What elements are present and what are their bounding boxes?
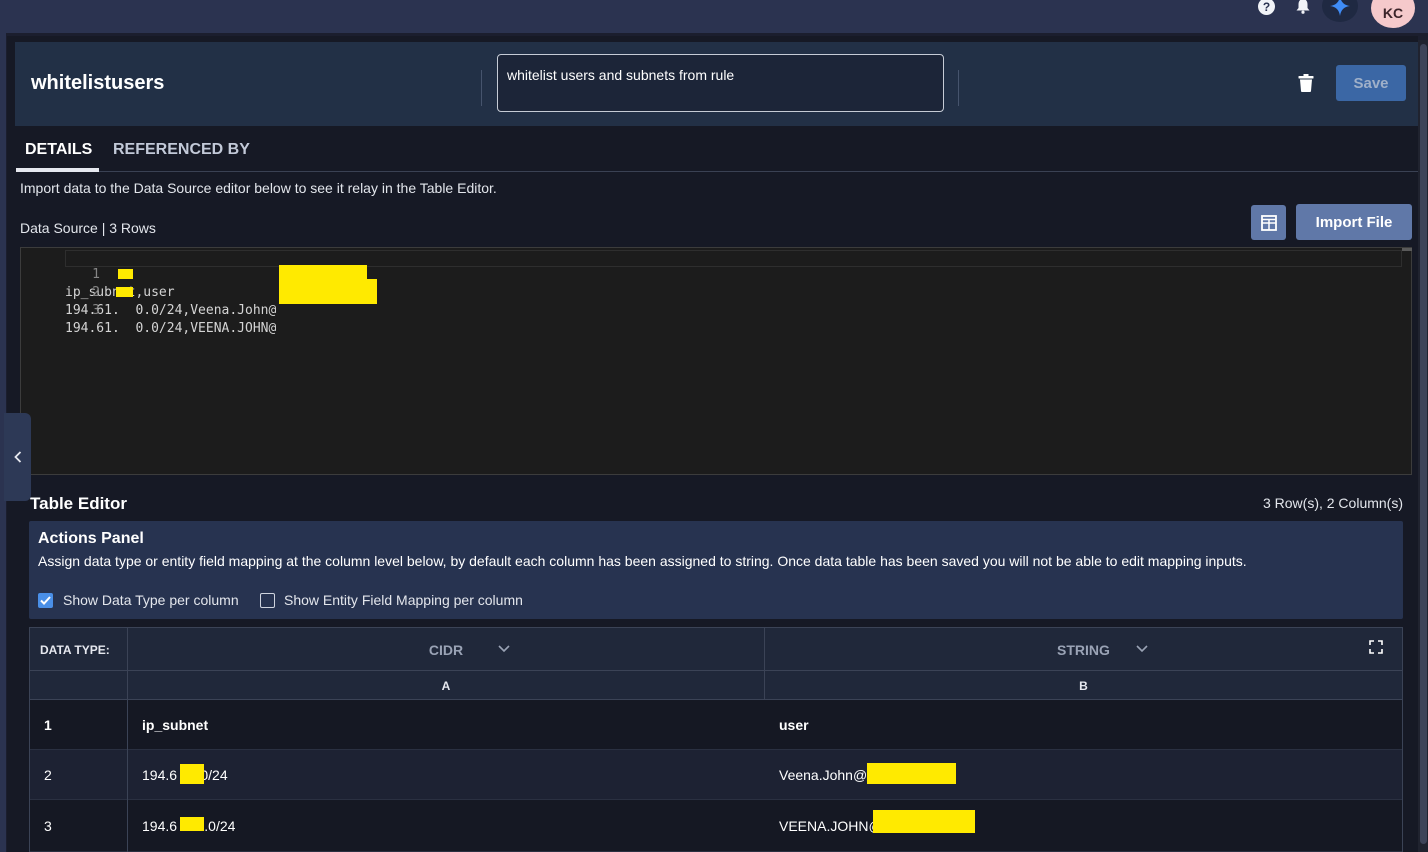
data-type-label: DATA TYPE: <box>40 642 110 657</box>
table-view-button[interactable] <box>1251 205 1286 240</box>
row-number: 1 <box>44 717 52 733</box>
sidebar-collapse-button[interactable] <box>4 413 31 501</box>
redaction-mark <box>873 810 975 833</box>
redaction-mark <box>118 269 133 279</box>
active-tab-indicator <box>16 168 99 172</box>
header-divider <box>958 70 959 106</box>
redaction-mark <box>279 279 377 304</box>
cell-b[interactable]: VEENA.JOHN@ <box>765 800 1402 852</box>
cell-b[interactable]: user <box>765 700 1402 750</box>
code-line: 2 194.61. 0.0/24,Veena.John@ <box>21 266 276 318</box>
column-b-type-select[interactable]: STRING <box>765 628 1402 671</box>
table-icon <box>1260 214 1277 231</box>
show-data-type-checkbox[interactable] <box>38 593 53 608</box>
code-line: 3 194.61. 0.0/24,VEENA.JOHN@ <box>21 284 276 336</box>
actions-panel-description: Assign data type or entity field mapping… <box>38 553 1247 569</box>
chevron-down-icon <box>1136 645 1148 653</box>
row-number: 2 <box>44 767 52 783</box>
grid-column-divider <box>764 628 765 700</box>
cell-a[interactable]: 194.6 .0/24 <box>128 750 764 800</box>
scrollbar-thumb[interactable] <box>1420 44 1427 844</box>
bell-icon[interactable] <box>1294 0 1311 14</box>
tab-details[interactable]: DETAILS <box>25 141 92 159</box>
header-divider <box>481 70 482 106</box>
expand-icon <box>1369 640 1383 654</box>
import-instructions: Import data to the Data Source editor be… <box>20 180 497 196</box>
show-data-type-label[interactable]: Show Data Type per column <box>63 592 239 608</box>
column-letter-b: B <box>1079 679 1088 693</box>
trash-icon <box>1298 74 1314 92</box>
main-panel: whitelistusers whitelist users and subne… <box>7 36 1418 852</box>
editor-overview-ruler <box>1402 248 1412 251</box>
import-file-button[interactable]: Import File <box>1296 204 1412 240</box>
save-button[interactable]: Save <box>1336 65 1406 101</box>
column-a-type-select[interactable]: CIDR <box>128 628 764 671</box>
active-line-highlight <box>65 250 1402 267</box>
sparkle-icon <box>1330 0 1350 16</box>
redaction-mark <box>180 817 204 831</box>
table-editor-title: Table Editor <box>30 494 127 513</box>
line-number: 3 <box>92 303 100 318</box>
chevron-down-icon <box>498 645 510 653</box>
redaction-mark <box>180 764 204 784</box>
rule-header: whitelistusers whitelist users and subne… <box>15 42 1418 126</box>
table-editor-grid: DATA TYPE: CIDR STRING A B 1 ip_subnet u… <box>29 627 1403 852</box>
tab-referenced-by[interactable]: REFERENCED BY <box>113 141 250 159</box>
actions-panel-title: Actions Panel <box>38 530 144 547</box>
tab-bar: DETAILS REFERENCED BY <box>16 134 1418 172</box>
show-entity-mapping-checkbox[interactable] <box>260 593 275 608</box>
page-title: whitelistusers <box>31 72 165 94</box>
code-text: 194.61. 0.0/24,VEENA.JOHN@ <box>65 321 277 336</box>
row-number: 3 <box>44 818 52 834</box>
actions-panel: Actions Panel Assign data type or entity… <box>29 521 1403 619</box>
show-entity-mapping-label[interactable]: Show Entity Field Mapping per column <box>284 592 523 608</box>
expand-button[interactable] <box>1367 638 1385 656</box>
data-source-label: Data Source | 3 Rows <box>20 220 156 236</box>
cell-a[interactable]: 194.6 0.0/24 <box>128 800 764 852</box>
check-icon <box>40 596 51 605</box>
delete-button[interactable] <box>1298 74 1316 94</box>
redaction-mark <box>279 265 367 280</box>
column-letter-a: A <box>441 679 451 693</box>
row-column-count: 3 Row(s), 2 Column(s) <box>1262 495 1403 511</box>
cell-a[interactable]: ip_subnet <box>128 700 764 750</box>
description-input[interactable]: whitelist users and subnets from rule <box>497 54 944 112</box>
redaction-mark <box>116 287 133 297</box>
code-line: 1 ip_subnet,user <box>21 248 175 300</box>
chevron-left-icon <box>13 451 21 463</box>
data-source-editor[interactable]: 1 ip_subnet,user 2 194.61. 0.0/24,Veena.… <box>20 247 1412 475</box>
top-bar <box>0 0 1428 33</box>
redaction-mark <box>867 763 956 784</box>
grid-column-divider <box>127 628 128 852</box>
column-a-type-value: CIDR <box>428 641 464 658</box>
column-b-type-value: STRING <box>1057 641 1110 658</box>
cell-b[interactable]: Veena.John@ <box>765 750 1402 800</box>
